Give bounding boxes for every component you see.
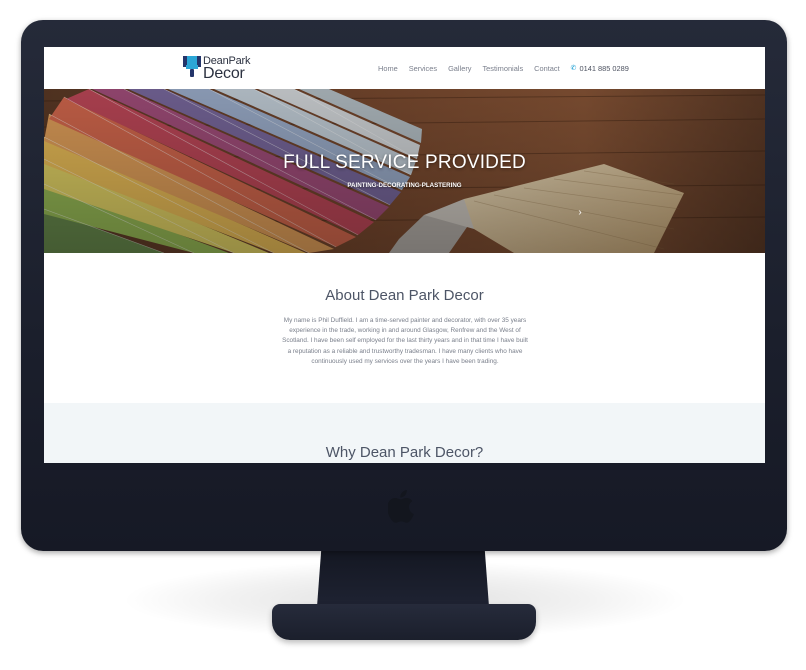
nav-services[interactable]: Services bbox=[409, 64, 437, 73]
phone-icon: ✆ bbox=[570, 65, 577, 72]
nav-testimonials[interactable]: Testimonials bbox=[482, 64, 523, 73]
apple-logo-icon bbox=[386, 488, 420, 528]
hero-title: FULL SERVICE PROVIDED bbox=[283, 152, 526, 173]
phone-number: 0141 885 0289 bbox=[579, 63, 629, 73]
about-text: My name is Phil Duffield. I am a time-se… bbox=[260, 316, 550, 367]
main-menu: Home Services Gallery Testimonials Conta… bbox=[378, 62, 629, 74]
about-title: About Dean Park Decor bbox=[325, 287, 484, 304]
monitor-stand-foot bbox=[272, 604, 536, 640]
hero-subtitle: PAINTING-DECORATING-PLASTERING bbox=[347, 182, 462, 189]
why-section: Why Dean Park Decor? bbox=[44, 403, 765, 463]
about-line: Scotland. I have been self employed for … bbox=[282, 337, 528, 345]
nav-contact[interactable]: Contact bbox=[534, 64, 559, 73]
chevron-right-icon[interactable]: › bbox=[575, 207, 585, 219]
hero-slider: FULL SERVICE PROVIDED PAINTING-DECORATIN… bbox=[44, 89, 765, 253]
why-title: Why Dean Park Decor? bbox=[325, 444, 484, 461]
about-line: experience in the trade, working in and … bbox=[289, 327, 521, 335]
nav-home[interactable]: Home bbox=[378, 64, 398, 73]
nav-phone[interactable]: ✆ 0141 885 0289 bbox=[571, 64, 629, 73]
about-line: a reputation as a reliable and trustwort… bbox=[287, 347, 523, 355]
monitor-screen: DeanPark Decor Home Services Gallery Tes… bbox=[44, 47, 765, 463]
paint-brush-logo-icon bbox=[183, 56, 201, 77]
about-line: continuously used my services over the y… bbox=[311, 357, 499, 365]
nav-gallery[interactable]: Gallery bbox=[448, 64, 471, 73]
logo-text-bottom: Decor bbox=[203, 65, 245, 82]
site-logo[interactable]: DeanPark Decor bbox=[183, 54, 263, 82]
site-header: DeanPark Decor Home Services Gallery Tes… bbox=[44, 47, 765, 89]
about-section: About Dean Park Decor My name is Phil Du… bbox=[44, 253, 765, 403]
about-line: My name is Phil Duffield. I am a time-se… bbox=[283, 317, 527, 324]
mockup-stage: DeanPark Decor Home Services Gallery Tes… bbox=[0, 0, 806, 670]
